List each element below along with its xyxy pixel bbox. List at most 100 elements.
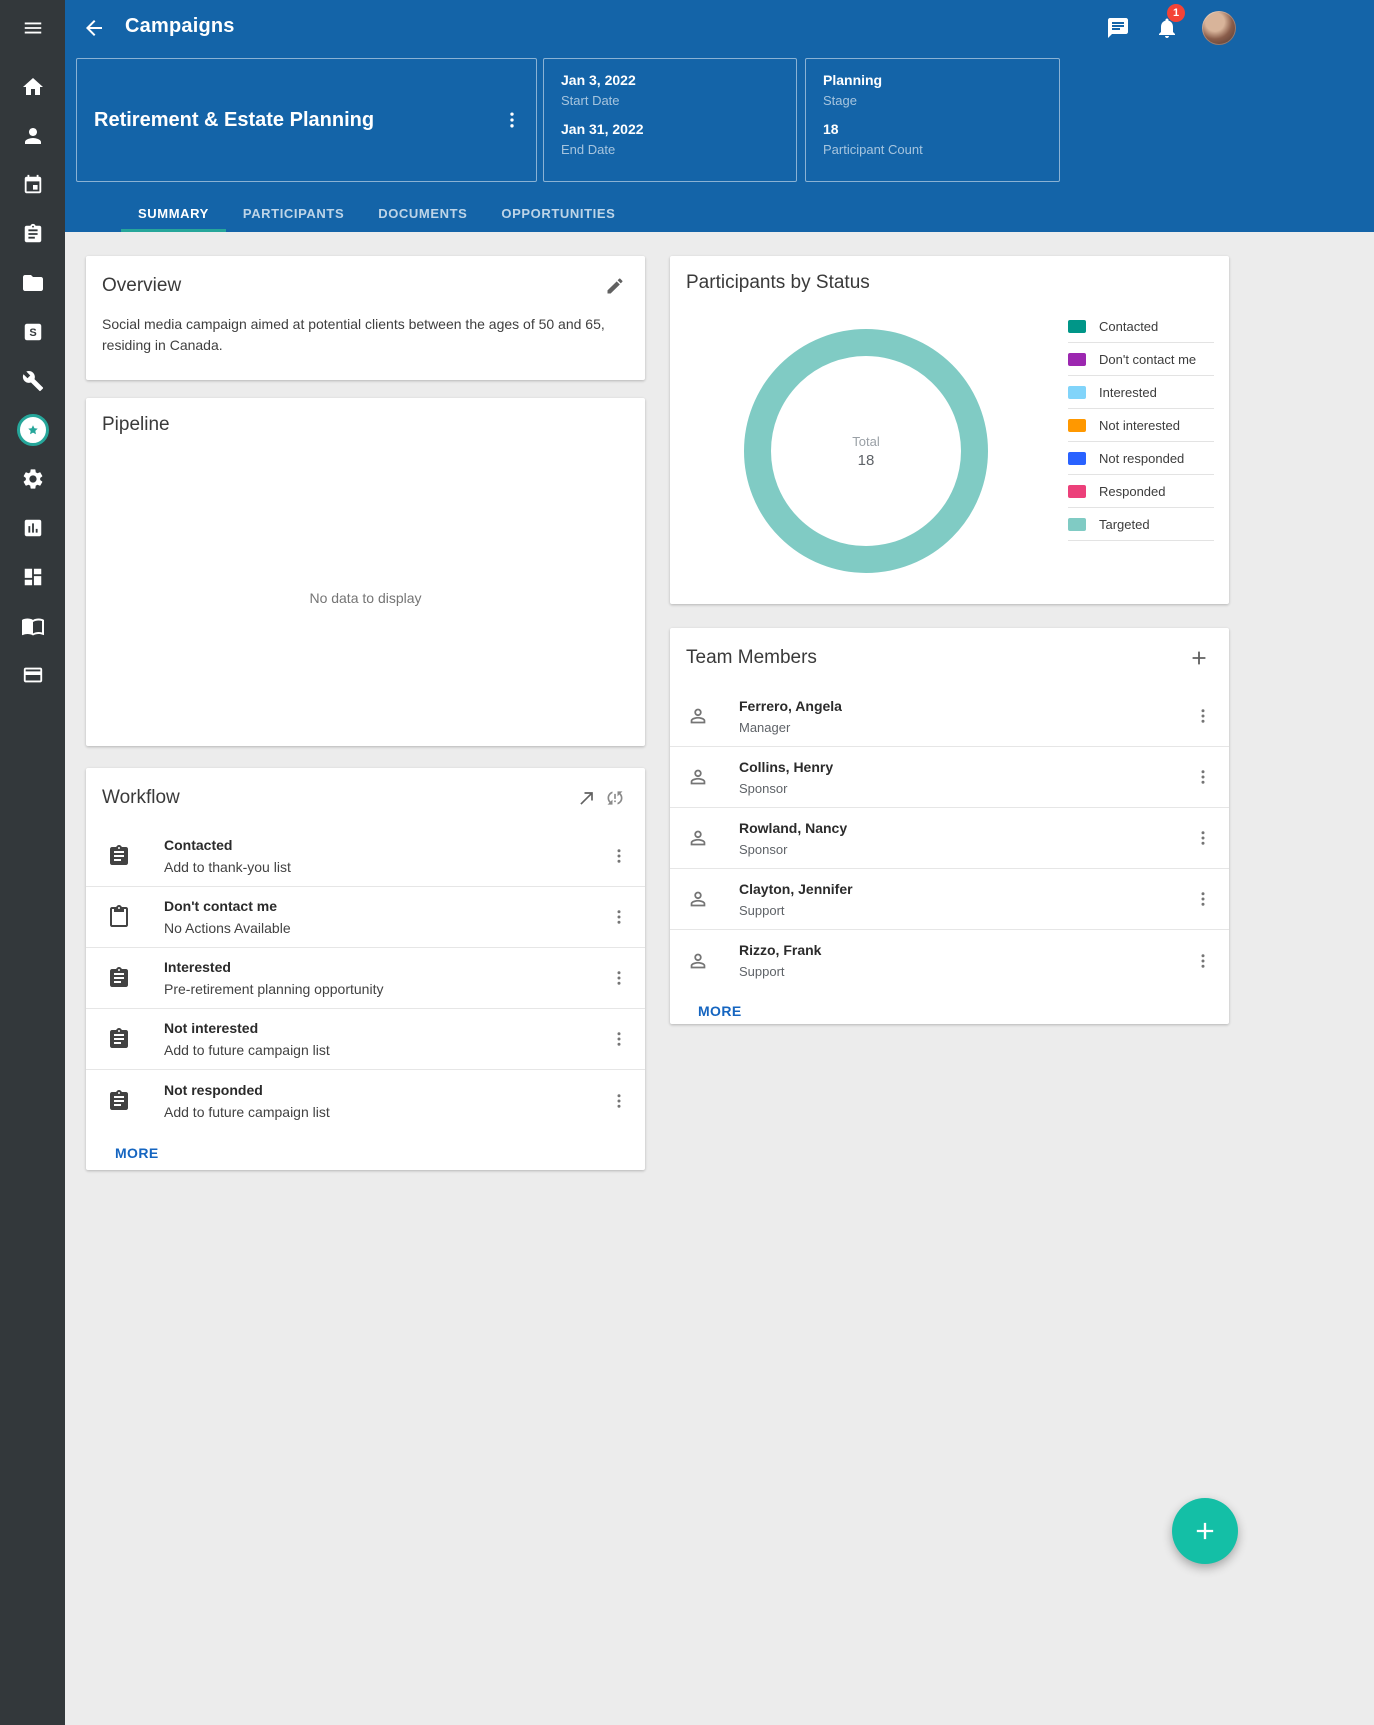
chat-button[interactable] bbox=[1106, 16, 1130, 40]
arrow-back-icon bbox=[82, 16, 106, 40]
pipeline-card: Pipeline No data to display bbox=[86, 398, 645, 746]
kebab-icon bbox=[610, 1030, 628, 1048]
tab-summary[interactable]: SUMMARY bbox=[121, 195, 226, 232]
sidebar-item-contacts[interactable] bbox=[0, 111, 65, 160]
sidebar-item-tasks[interactable] bbox=[0, 209, 65, 258]
folder-icon bbox=[21, 271, 45, 295]
team-members-card: Team Members Ferrero, Angela Manager Col… bbox=[670, 628, 1229, 1024]
plus-icon bbox=[1188, 647, 1210, 669]
svg-text:S: S bbox=[29, 327, 36, 339]
workflow-step-status: Not responded bbox=[164, 1082, 601, 1098]
legend-swatch bbox=[1068, 419, 1086, 432]
person-outline-icon bbox=[687, 705, 709, 727]
workflow-step-menu-button[interactable] bbox=[601, 1083, 637, 1119]
stage-label: Stage bbox=[823, 93, 1059, 108]
workflow-step-action: Add to thank-you list bbox=[164, 859, 601, 875]
clipboard-list-icon bbox=[107, 1027, 131, 1051]
workflow-step-row: Interested Pre-retirement planning oppor… bbox=[86, 948, 645, 1009]
donut-chart: Total 18 bbox=[741, 326, 991, 576]
open-workflow-button[interactable] bbox=[573, 784, 601, 812]
pipeline-empty-message: No data to display bbox=[86, 450, 645, 746]
sidebar-item-notes[interactable]: S bbox=[0, 307, 65, 356]
team-member-name: Rowland, Nancy bbox=[739, 820, 1185, 836]
team-members-more-button[interactable]: MORE bbox=[698, 1003, 742, 1019]
sidebar-item-campaigns[interactable] bbox=[0, 405, 65, 454]
participants-chart-title: Participants by Status bbox=[686, 272, 1213, 294]
kebab-icon bbox=[610, 847, 628, 865]
tab-documents[interactable]: DOCUMENTS bbox=[361, 195, 484, 232]
kebab-icon bbox=[1194, 952, 1212, 970]
stage-value: Planning bbox=[823, 72, 1059, 88]
tab-opportunities[interactable]: OPPORTUNITIES bbox=[484, 195, 632, 232]
team-member-menu-button[interactable] bbox=[1185, 881, 1221, 917]
workflow-step-menu-button[interactable] bbox=[601, 1021, 637, 1057]
sidebar-item-home[interactable] bbox=[0, 62, 65, 111]
participant-count-label: Participant Count bbox=[823, 142, 1059, 157]
sidebar-item-library[interactable] bbox=[0, 601, 65, 650]
star-circle-icon bbox=[17, 414, 49, 446]
dashboard-icon bbox=[22, 566, 44, 588]
clipboard-icon bbox=[107, 905, 131, 929]
chat-icon bbox=[1106, 16, 1130, 40]
team-member-role: Manager bbox=[739, 720, 1185, 735]
overview-description: Social media campaign aimed at potential… bbox=[86, 314, 645, 356]
sidebar-item-tools[interactable] bbox=[0, 356, 65, 405]
campaign-menu-button[interactable] bbox=[494, 102, 530, 138]
workflow-step-menu-button[interactable] bbox=[601, 960, 637, 996]
arrow-up-right-icon bbox=[577, 788, 597, 808]
app-bar: Campaigns 1 bbox=[65, 0, 1374, 56]
person-outline-icon bbox=[687, 766, 709, 788]
sidebar-item-dashboard[interactable] bbox=[0, 552, 65, 601]
kebab-icon bbox=[1194, 707, 1212, 725]
legend-swatch bbox=[1068, 320, 1086, 333]
start-date-value: Jan 3, 2022 bbox=[561, 72, 796, 88]
workflow-step-row: Not interested Add to future campaign li… bbox=[86, 1009, 645, 1070]
legend-item: Targeted bbox=[1068, 508, 1214, 541]
kebab-icon bbox=[1194, 768, 1212, 786]
team-member-menu-button[interactable] bbox=[1185, 698, 1221, 734]
sidebar-item-reports[interactable] bbox=[0, 503, 65, 552]
add-fab-button[interactable] bbox=[1172, 1498, 1238, 1564]
team-member-row: Ferrero, Angela Manager bbox=[670, 686, 1229, 747]
sidebar-item-documents[interactable] bbox=[0, 258, 65, 307]
back-button[interactable] bbox=[82, 16, 106, 40]
end-date-label: End Date bbox=[561, 142, 796, 157]
donut-total-value: 18 bbox=[858, 452, 875, 469]
workflow-step-row: Don't contact me No Actions Available bbox=[86, 887, 645, 948]
card-icon bbox=[22, 664, 44, 686]
team-member-role: Sponsor bbox=[739, 842, 1185, 857]
workflow-step-action: Add to future campaign list bbox=[164, 1104, 601, 1120]
calendar-icon bbox=[22, 174, 44, 196]
person-outline-icon bbox=[687, 888, 709, 910]
user-avatar[interactable] bbox=[1202, 11, 1236, 45]
team-member-row: Collins, Henry Sponsor bbox=[670, 747, 1229, 808]
team-member-menu-button[interactable] bbox=[1185, 820, 1221, 856]
menu-icon bbox=[22, 17, 44, 39]
legend-item: Responded bbox=[1068, 475, 1214, 508]
workflow-more-button[interactable]: MORE bbox=[115, 1145, 159, 1161]
workflow-step-menu-button[interactable] bbox=[601, 899, 637, 935]
workflow-step-menu-button[interactable] bbox=[601, 838, 637, 874]
end-date-value: Jan 31, 2022 bbox=[561, 121, 796, 137]
campaign-name: Retirement & Estate Planning bbox=[94, 109, 494, 132]
sidebar-item-settings[interactable] bbox=[0, 454, 65, 503]
add-team-member-button[interactable] bbox=[1185, 644, 1213, 672]
sidebar-item-billing[interactable] bbox=[0, 650, 65, 699]
sidebar-item-calendar[interactable] bbox=[0, 160, 65, 209]
edit-overview-button[interactable] bbox=[601, 272, 629, 300]
workflow-step-row: Contacted Add to thank-you list bbox=[86, 826, 645, 887]
person-outline-icon bbox=[687, 950, 709, 972]
team-member-menu-button[interactable] bbox=[1185, 759, 1221, 795]
legend-item: Contacted bbox=[1068, 310, 1214, 343]
participants-by-status-card: Participants by Status Total 18 Contacte… bbox=[670, 256, 1229, 604]
tab-participants[interactable]: PARTICIPANTS bbox=[226, 195, 361, 232]
team-member-role: Sponsor bbox=[739, 781, 1185, 796]
sync-status-button[interactable] bbox=[601, 784, 629, 812]
participant-count-value: 18 bbox=[823, 121, 1059, 137]
team-member-menu-button[interactable] bbox=[1185, 943, 1221, 979]
sidebar: S bbox=[0, 0, 65, 1725]
menu-button[interactable] bbox=[0, 0, 65, 56]
team-members-title: Team Members bbox=[686, 647, 1185, 669]
donut-total-label: Total bbox=[852, 434, 879, 449]
campaign-dates-box: Jan 3, 2022 Start Date Jan 31, 2022 End … bbox=[543, 58, 797, 182]
